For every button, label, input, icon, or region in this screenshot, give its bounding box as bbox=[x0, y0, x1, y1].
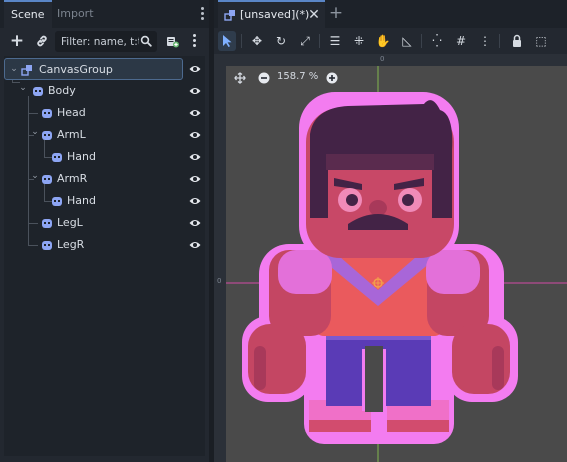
scale-mode-icon[interactable]: ⤢ bbox=[296, 31, 314, 51]
ruler-zero-label: 0 bbox=[380, 55, 385, 63]
filter-box bbox=[55, 31, 157, 52]
tree-item-arml[interactable]: ⌄ ArmL bbox=[4, 124, 205, 146]
scene-tab-bar: [unsaved](*) ✕ + bbox=[214, 0, 567, 28]
lock-icon[interactable] bbox=[508, 31, 526, 51]
pan-mode-icon[interactable]: ✋ bbox=[374, 31, 392, 51]
node2d-icon bbox=[52, 153, 62, 162]
character-artwork bbox=[214, 54, 567, 462]
viewport-toolbar: ✥ ↻ ⤢ ☰ ⁜ ✋ ◺ ⁛ # ⋮ ⬚ bbox=[214, 28, 567, 54]
tree-item-canvasgroup[interactable]: ⌄ CanvasGroup bbox=[4, 58, 183, 80]
tree-item-label: Head bbox=[57, 106, 86, 119]
attach-script-icon[interactable] bbox=[164, 33, 180, 49]
node2d-icon bbox=[42, 219, 52, 228]
select-mode-icon[interactable] bbox=[218, 31, 236, 51]
eye-icon[interactable] bbox=[189, 130, 201, 140]
new-tab-plus-icon[interactable]: + bbox=[328, 4, 344, 22]
zoom-in-icon[interactable] bbox=[326, 72, 338, 84]
node2d-icon bbox=[52, 197, 62, 206]
collapse-arrow-icon[interactable]: ⌄ bbox=[18, 81, 28, 95]
tree-item-label: LegL bbox=[57, 216, 83, 229]
scene-menu-icon[interactable] bbox=[186, 33, 202, 49]
smart-snap-icon[interactable]: ⁛ bbox=[428, 31, 446, 51]
tab-scene[interactable]: Scene bbox=[4, 0, 52, 28]
scene-dock: Scene Import + ⌄ bbox=[0, 0, 209, 462]
eye-icon[interactable] bbox=[189, 174, 201, 184]
eye-icon[interactable] bbox=[189, 108, 201, 118]
collapse-arrow-icon[interactable]: ⌄ bbox=[30, 169, 40, 183]
scene-tab-label: [unsaved](*) bbox=[240, 8, 310, 21]
search-icon bbox=[140, 35, 152, 47]
scene-toolbar: + bbox=[0, 28, 209, 54]
node2d-icon bbox=[42, 109, 52, 118]
tree-item-hand-left[interactable]: Hand bbox=[4, 146, 205, 168]
ruler-vertical[interactable]: 0 bbox=[214, 54, 226, 462]
node2d-icon bbox=[33, 87, 43, 96]
tree-item-head[interactable]: Head bbox=[4, 102, 205, 124]
move-mode-icon[interactable]: ✥ bbox=[248, 31, 266, 51]
canvas-viewport[interactable]: 0 0 158.7 % bbox=[214, 54, 567, 462]
eye-icon[interactable] bbox=[189, 152, 201, 162]
tree-item-label: Hand bbox=[67, 150, 96, 163]
tree-item-label: Hand bbox=[67, 194, 96, 207]
ruler-zero-label: 0 bbox=[217, 277, 222, 285]
tab-import[interactable]: Import bbox=[50, 0, 101, 28]
tree-item-label: LegR bbox=[57, 238, 85, 251]
scene-tab[interactable]: [unsaved](*) ✕ bbox=[218, 0, 325, 28]
rotate-mode-icon[interactable]: ↻ bbox=[272, 31, 290, 51]
node2d-icon bbox=[42, 175, 52, 184]
instantiate-link-icon[interactable] bbox=[34, 33, 50, 49]
group-icon[interactable]: ⬚ bbox=[532, 31, 550, 51]
tree-item-label: ArmL bbox=[57, 128, 86, 141]
eye-icon[interactable] bbox=[189, 218, 201, 228]
pivot-mode-icon[interactable]: ⁜ bbox=[350, 31, 368, 51]
tree-item-legl[interactable]: LegL bbox=[4, 212, 205, 234]
zoom-level-label[interactable]: 158.7 % bbox=[277, 71, 318, 82]
close-icon[interactable]: ✕ bbox=[307, 8, 321, 22]
eye-icon[interactable] bbox=[189, 64, 201, 74]
dock-tab-bar: Scene Import bbox=[0, 0, 209, 28]
node2d-icon bbox=[42, 241, 52, 250]
tree-item-label: Body bbox=[48, 84, 76, 97]
center-view-icon[interactable] bbox=[234, 72, 246, 84]
tree-item-armr[interactable]: ⌄ ArmR bbox=[4, 168, 205, 190]
main-editor: [unsaved](*) ✕ + ✥ ↻ ⤢ ☰ ⁜ ✋ ◺ ⁛ # ⋮ ⬚ 0… bbox=[214, 0, 567, 462]
node2d-icon bbox=[42, 131, 52, 140]
scene-tree: ⌄ CanvasGroup ⌄ Body Head ⌄ ArmL Hand ⌄ … bbox=[4, 56, 205, 456]
add-node-icon[interactable]: + bbox=[9, 33, 25, 50]
list-select-icon[interactable]: ☰ bbox=[326, 31, 344, 51]
filter-input[interactable] bbox=[61, 31, 139, 52]
canvas-group-icon bbox=[224, 10, 235, 21]
dock-menu-icon[interactable] bbox=[198, 6, 206, 22]
ruler-mode-icon[interactable]: ◺ bbox=[398, 31, 416, 51]
collapse-arrow-icon[interactable]: ⌄ bbox=[30, 125, 40, 139]
eye-icon[interactable] bbox=[189, 196, 201, 206]
canvas-group-icon bbox=[21, 65, 32, 76]
tree-item-label: CanvasGroup bbox=[39, 63, 113, 76]
eye-icon[interactable] bbox=[189, 86, 201, 96]
collapse-arrow-icon[interactable]: ⌄ bbox=[9, 62, 19, 76]
tree-item-legr[interactable]: LegR bbox=[4, 234, 205, 256]
tree-item-label: ArmR bbox=[57, 172, 88, 185]
grid-snap-icon[interactable]: # bbox=[452, 31, 470, 51]
tree-item-hand-right[interactable]: Hand bbox=[4, 190, 205, 212]
eye-icon[interactable] bbox=[189, 240, 201, 250]
ruler-horizontal[interactable]: 0 bbox=[214, 54, 567, 66]
tree-item-body[interactable]: ⌄ Body bbox=[4, 80, 205, 102]
zoom-out-icon[interactable] bbox=[258, 72, 270, 84]
snap-options-icon[interactable]: ⋮ bbox=[476, 31, 494, 51]
